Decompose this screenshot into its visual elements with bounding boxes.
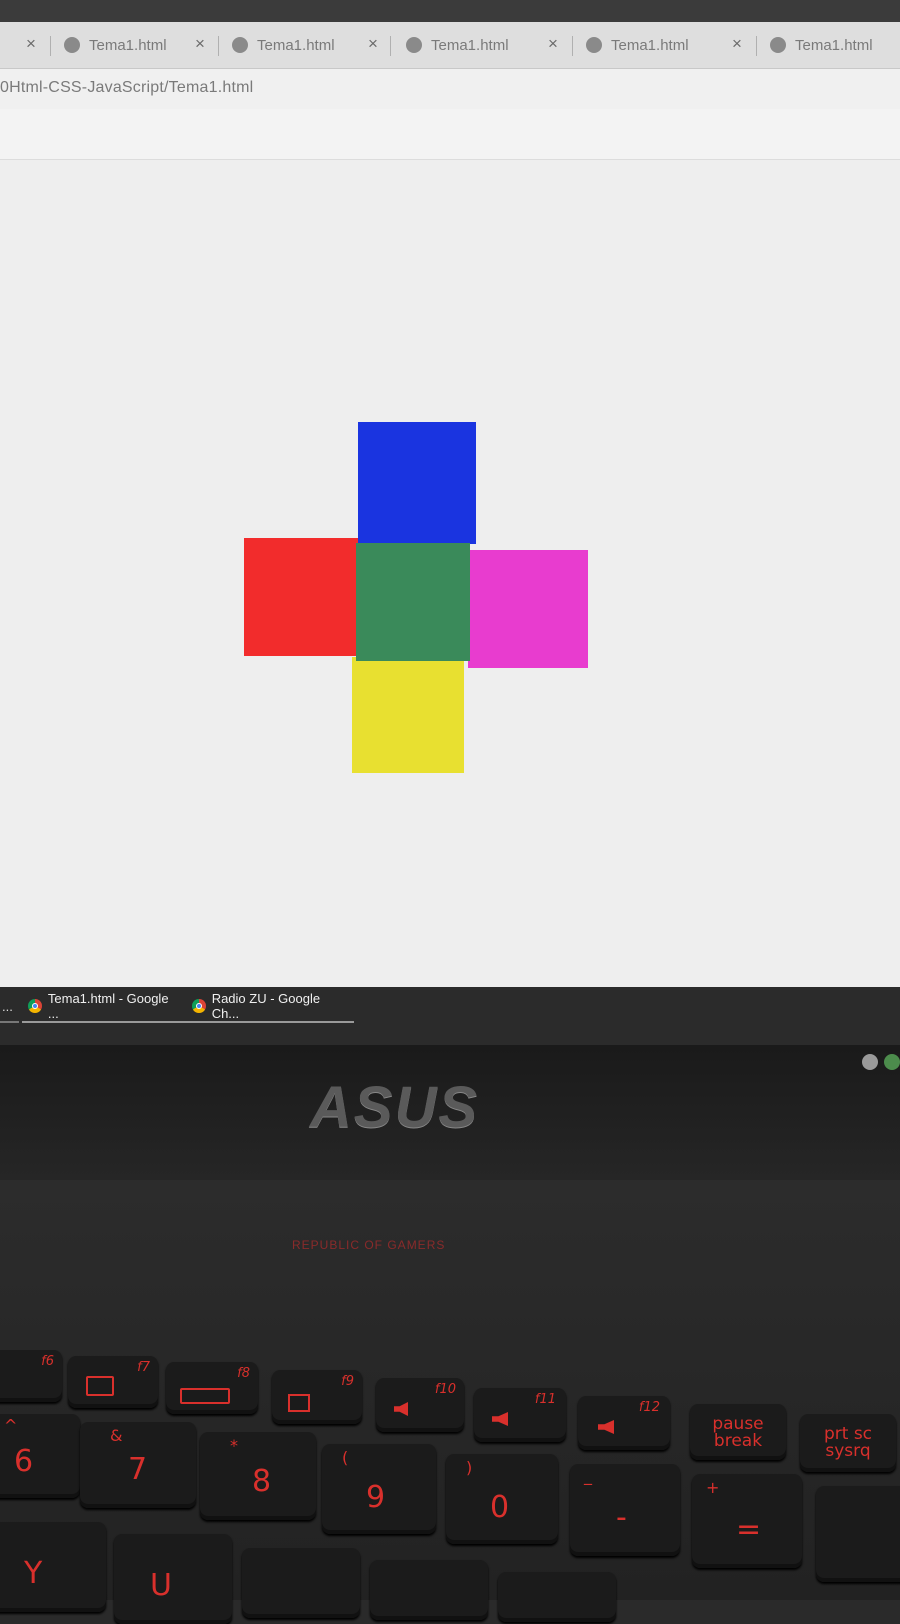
chrome-icon bbox=[192, 999, 206, 1013]
taskbar-item-label: Tema1.html - Google ... bbox=[47, 991, 169, 1021]
page-content bbox=[0, 160, 900, 990]
browser-tab[interactable]: Tema1.html bbox=[770, 30, 873, 60]
key-f6[interactable]: f6 bbox=[0, 1350, 62, 1402]
asus-logo: ASUS bbox=[310, 1075, 480, 1140]
key-9[interactable]: ( 9 bbox=[322, 1444, 436, 1534]
key-6[interactable]: ^ 6 bbox=[0, 1414, 80, 1498]
window-top-strip bbox=[0, 0, 900, 22]
key-f7[interactable]: f7 bbox=[68, 1356, 158, 1408]
volume-down-icon bbox=[492, 1412, 508, 1426]
tab-title: Tema1.html bbox=[89, 36, 167, 54]
globe-icon bbox=[586, 37, 602, 53]
projector-icon bbox=[180, 1388, 230, 1404]
tab-close-icon[interactable]: × bbox=[368, 34, 378, 54]
browser-tab[interactable]: Tema1.html bbox=[586, 30, 689, 60]
volume-up-icon bbox=[598, 1420, 614, 1434]
rog-label: REPUBLIC OF GAMERS bbox=[292, 1238, 446, 1252]
tab-title: Tema1.html bbox=[611, 36, 689, 54]
tab-title: Tema1.html bbox=[795, 36, 873, 54]
bookmarks-bar bbox=[0, 109, 900, 160]
taskbar-item-label: Radio ZU - Google Ch... bbox=[211, 991, 321, 1021]
laptop-screen: × Tema1.html × Tema1.html × Tema1.html ×… bbox=[0, 0, 900, 1050]
url-text: 0Html-CSS-JavaScript/Tema1.html bbox=[0, 79, 254, 96]
key-f8[interactable]: f8 bbox=[166, 1362, 258, 1414]
display-off-icon bbox=[86, 1376, 114, 1396]
address-bar[interactable]: 0Html-CSS-JavaScript/Tema1.html bbox=[0, 69, 900, 109]
tab-title: Tema1.html bbox=[257, 36, 335, 54]
key-0[interactable]: ) 0 bbox=[446, 1454, 558, 1544]
browser-tab[interactable]: Tema1.html bbox=[406, 30, 509, 60]
touchpad-icon bbox=[288, 1394, 310, 1412]
taskbar-item-radio-zu[interactable]: Radio ZU - Google Ch... bbox=[186, 991, 354, 1023]
tab-separator bbox=[218, 36, 219, 56]
key-y[interactable]: Y bbox=[0, 1522, 106, 1612]
tab-title: Tema1.html bbox=[431, 36, 509, 54]
tab-separator bbox=[390, 36, 391, 56]
key-o[interactable] bbox=[370, 1560, 488, 1620]
tab-separator bbox=[572, 36, 573, 56]
key-minus[interactable]: _ - bbox=[570, 1464, 680, 1556]
browser-tab[interactable]: Tema1.html bbox=[64, 30, 167, 60]
key-8[interactable]: * 8 bbox=[200, 1432, 316, 1520]
key-prt-sc[interactable]: prt sc sysrq bbox=[800, 1414, 896, 1472]
tab-close-icon[interactable]: × bbox=[195, 34, 205, 54]
red-square bbox=[244, 538, 358, 656]
globe-icon bbox=[64, 37, 80, 53]
magenta-square bbox=[468, 550, 588, 668]
key-p[interactable] bbox=[498, 1572, 616, 1622]
globe-icon bbox=[232, 37, 248, 53]
tray-shield-icon[interactable] bbox=[884, 1054, 900, 1070]
key-equals[interactable]: + = bbox=[692, 1474, 802, 1568]
chrome-icon bbox=[28, 999, 42, 1013]
globe-icon bbox=[770, 37, 786, 53]
taskbar-overflow[interactable]: ... bbox=[0, 991, 19, 1023]
tray-user-icon[interactable] bbox=[862, 1054, 878, 1070]
browser-tab-strip: × Tema1.html × Tema1.html × Tema1.html ×… bbox=[0, 22, 900, 69]
mute-icon bbox=[394, 1402, 408, 1416]
key-f9[interactable]: f9 bbox=[272, 1370, 362, 1424]
key-u[interactable]: U bbox=[114, 1534, 232, 1624]
browser-tab[interactable]: Tema1.html bbox=[232, 30, 335, 60]
tab-separator bbox=[756, 36, 757, 56]
key-pause-break[interactable]: pause break bbox=[690, 1404, 786, 1460]
tab-separator bbox=[50, 36, 51, 56]
tab-close-icon[interactable]: × bbox=[26, 34, 36, 54]
taskbar-item-tema1[interactable]: Tema1.html - Google ... bbox=[22, 991, 188, 1023]
key-7[interactable]: & 7 bbox=[80, 1422, 196, 1508]
key-f11[interactable]: f11 bbox=[474, 1388, 566, 1442]
globe-icon bbox=[406, 37, 422, 53]
key-f12[interactable]: f12 bbox=[578, 1396, 670, 1450]
key-i[interactable] bbox=[242, 1548, 360, 1618]
yellow-square bbox=[352, 657, 464, 773]
key-backspace[interactable] bbox=[816, 1486, 900, 1582]
blue-square bbox=[358, 422, 476, 544]
key-f10[interactable]: f10 bbox=[376, 1378, 464, 1432]
tab-close-icon[interactable]: × bbox=[732, 34, 742, 54]
tab-close-icon[interactable]: × bbox=[548, 34, 558, 54]
green-square bbox=[356, 543, 470, 661]
taskbar: ... Tema1.html - Google ... Radio ZU - G… bbox=[0, 987, 900, 1047]
